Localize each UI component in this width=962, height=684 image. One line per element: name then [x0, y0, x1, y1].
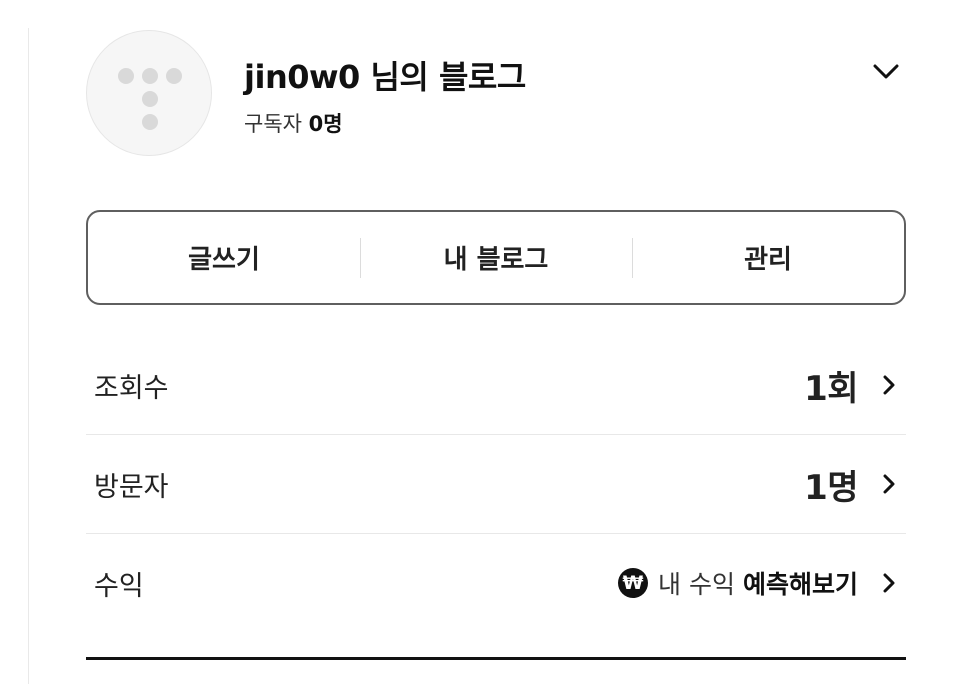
write-post-button[interactable]: 글쓰기 [88, 212, 360, 303]
my-blog-button[interactable]: 내 블로그 [360, 212, 632, 303]
views-label: 조회수 [94, 372, 169, 404]
left-divider [28, 28, 29, 684]
visitors-row[interactable]: 방문자 1명 [86, 435, 906, 534]
logo-dot [142, 68, 158, 84]
revenue-link-strong: 예측해보기 [742, 570, 858, 599]
revenue-link-text: 내 수익 [658, 570, 735, 599]
views-value-group: 1회 [804, 361, 906, 410]
chevron-right-icon [883, 375, 895, 395]
revenue-forecast-link[interactable]: ₩ 내 수익 예측해보기 [618, 565, 906, 601]
section-divider [86, 657, 906, 660]
logo-dot [142, 114, 158, 130]
logo-dot [142, 91, 158, 107]
blog-action-buttons: 글쓰기 내 블로그 관리 [86, 210, 906, 305]
profile-header: jin0w0 님의 블로그 구독자 0명 [86, 30, 906, 158]
subscriber-value: 0명 [308, 112, 343, 136]
subscriber-label: 구독자 [244, 112, 302, 136]
manage-button[interactable]: 관리 [632, 212, 904, 303]
visitors-value: 1명 [804, 467, 858, 508]
blog-stats: 조회수 1회 방문자 1명 수익 ₩ 내 수익 예측해보기 [86, 336, 906, 632]
logo-dot [166, 68, 182, 84]
chevron-down-icon[interactable] [870, 58, 902, 86]
views-value: 1회 [804, 368, 858, 409]
logo-dot [118, 68, 134, 84]
views-row[interactable]: 조회수 1회 [86, 336, 906, 435]
won-icon: ₩ [618, 568, 649, 598]
subscriber-count: 구독자 0명 [244, 108, 343, 138]
avatar[interactable] [86, 30, 212, 156]
chevron-right-icon [883, 474, 895, 494]
chevron-right-icon [883, 573, 895, 593]
revenue-row[interactable]: 수익 ₩ 내 수익 예측해보기 [86, 534, 906, 632]
visitors-value-group: 1명 [804, 460, 906, 509]
blog-title[interactable]: jin0w0 님의 블로그 [244, 52, 526, 98]
revenue-label: 수익 [94, 570, 144, 602]
visitors-label: 방문자 [94, 471, 169, 503]
